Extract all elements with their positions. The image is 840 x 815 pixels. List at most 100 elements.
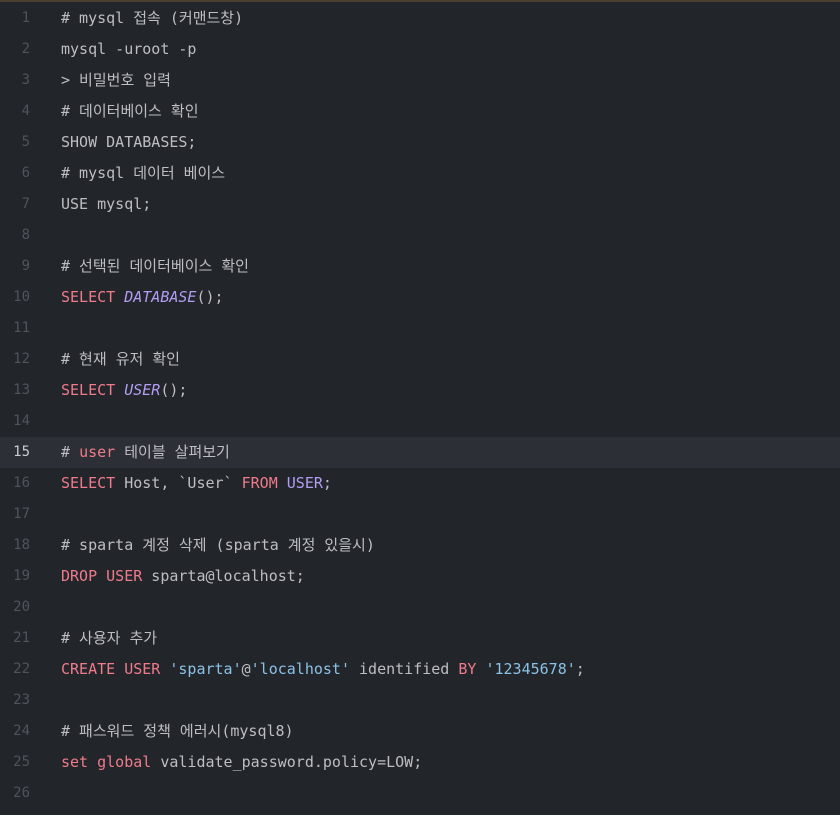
- code-line[interactable]: 14: [0, 406, 840, 437]
- line-code: # mysql 데이터 베이스: [61, 158, 225, 189]
- line-code: SELECT Host, `User` FROM USER;: [61, 468, 332, 499]
- code-line[interactable]: 1 # mysql 접속 (커맨드창): [0, 3, 840, 34]
- code-line[interactable]: 21 # 사용자 추가: [0, 623, 840, 654]
- code-line[interactable]: 22 CREATE USER 'sparta'@'localhost' ident…: [0, 654, 840, 685]
- line-number: 24: [13, 723, 30, 739]
- line-code: > 비밀번호 입력: [61, 65, 171, 96]
- line-number: 13: [13, 382, 30, 398]
- line-code: # 데이터베이스 확인: [61, 96, 199, 127]
- line-code: # 현재 유저 확인: [61, 344, 180, 375]
- code-token-keyword: SELECT: [61, 381, 116, 399]
- code-token-func: USER: [124, 381, 161, 399]
- code-token-comment: # mysql 접속 (커맨드창): [61, 9, 244, 27]
- code-token-plain: ();: [196, 288, 224, 306]
- code-token-plain: > 비밀번호 입력: [61, 71, 171, 89]
- code-token-comment: # 선택된 데이터베이스 확인: [61, 257, 249, 275]
- line-number: 21: [13, 630, 30, 646]
- code-token-plain: Host, `User`: [115, 474, 242, 492]
- line-number: 20: [13, 599, 30, 615]
- code-token-plain: @: [241, 660, 251, 678]
- line-number: 2: [21, 41, 30, 57]
- code-line[interactable]: 20: [0, 592, 840, 623]
- code-token-comment: # 사용자 추가: [61, 629, 158, 647]
- code-token-keyword: USER: [124, 660, 161, 678]
- line-number: 6: [21, 165, 30, 181]
- code-line[interactable]: 10 SELECT DATABASE();: [0, 282, 840, 313]
- line-code: SELECT USER();: [61, 375, 187, 406]
- code-token-plain: USE mysql;: [61, 195, 152, 213]
- code-token-keyword: set: [61, 753, 89, 771]
- line-number: 8: [21, 227, 30, 243]
- line-code: DROP USER sparta@localhost;: [61, 561, 305, 592]
- line-number: 18: [13, 537, 30, 553]
- code-line[interactable]: 16 SELECT Host, `User` FROM USER;: [0, 468, 840, 499]
- line-code: USE mysql;: [61, 189, 151, 220]
- code-token-comment: # 데이터베이스 확인: [61, 102, 199, 120]
- code-token-plain: mysql -uroot -p: [61, 40, 197, 58]
- code-line[interactable]: 11: [0, 313, 840, 344]
- code-editor[interactable]: 1 # mysql 접속 (커맨드창) 2 mysql -uroot -p 3 > 비밀번…: [0, 3, 840, 809]
- code-token-keyword: user: [79, 443, 116, 461]
- code-token-keyword: SELECT: [61, 474, 116, 492]
- code-token-string: 'sparta': [169, 660, 242, 678]
- line-number: 19: [13, 568, 30, 584]
- line-number: 7: [21, 196, 30, 212]
- code-token-plain: ;: [322, 474, 332, 492]
- line-code: # sparta 계정 삭제 (sparta 계정 있을시): [61, 530, 375, 561]
- code-line[interactable]: 13 SELECT USER();: [0, 375, 840, 406]
- line-code: # user 테이블 살펴보기: [61, 437, 230, 468]
- code-line[interactable]: 8: [0, 220, 840, 251]
- code-line[interactable]: 19 DROP USER sparta@localhost;: [0, 561, 840, 592]
- line-code: CREATE USER 'sparta'@'localhost' identif…: [61, 654, 585, 685]
- code-token-keyword: CREATE: [61, 660, 116, 678]
- editor-top-border: [0, 0, 840, 2]
- line-code: set global validate_password.policy=LOW;: [61, 747, 422, 778]
- code-line[interactable]: 9 # 선택된 데이터베이스 확인: [0, 251, 840, 282]
- line-code: SELECT DATABASE();: [61, 282, 224, 313]
- code-token-string: 'localhost': [250, 660, 350, 678]
- code-token-comment: # 현재 유저 확인: [61, 350, 180, 368]
- line-number: 12: [13, 351, 30, 367]
- code-line[interactable]: 6 # mysql 데이터 베이스: [0, 158, 840, 189]
- code-line[interactable]: 7 USE mysql;: [0, 189, 840, 220]
- code-token-plain: identified: [350, 660, 459, 678]
- code-token-plain: validate_password.policy=LOW;: [151, 753, 423, 771]
- line-number: 23: [13, 692, 30, 708]
- line-number: 16: [13, 475, 30, 491]
- line-number: 26: [13, 785, 30, 801]
- code-token-comment: # mysql 데이터 베이스: [61, 164, 226, 182]
- code-line[interactable]: 2 mysql -uroot -p: [0, 34, 840, 65]
- code-line[interactable]: 18 # sparta 계정 삭제 (sparta 계정 있을시): [0, 530, 840, 561]
- code-line[interactable]: 26: [0, 778, 840, 809]
- code-token-func: DATABASE: [124, 288, 197, 306]
- code-line[interactable]: 5 SHOW DATABASES;: [0, 127, 840, 158]
- line-code: # mysql 접속 (커맨드창): [61, 3, 243, 34]
- line-code: SHOW DATABASES;: [61, 127, 196, 158]
- code-line[interactable]: 15 # user 테이블 살펴보기: [0, 437, 840, 468]
- code-line[interactable]: 24 # 패스워드 정책 에러시(mysql8): [0, 716, 840, 747]
- code-token-keyword: SELECT: [61, 288, 116, 306]
- code-line[interactable]: 23: [0, 685, 840, 716]
- code-token-comment: 테이블 살펴보기: [115, 443, 230, 461]
- line-number: 1: [21, 10, 30, 26]
- code-token-plain: ();: [160, 381, 188, 399]
- line-number: 4: [21, 103, 30, 119]
- code-token-string: '12345678': [485, 660, 576, 678]
- line-code: # 사용자 추가: [61, 623, 157, 654]
- code-token-ident: USER: [286, 474, 323, 492]
- code-token-keyword: FROM: [241, 474, 278, 492]
- code-token-plain: sparta@localhost;: [142, 567, 305, 585]
- code-line[interactable]: 4 # 데이터베이스 확인: [0, 96, 840, 127]
- code-line[interactable]: 25 set global validate_password.policy=LO…: [0, 747, 840, 778]
- code-line[interactable]: 17: [0, 499, 840, 530]
- code-line[interactable]: 12 # 현재 유저 확인: [0, 344, 840, 375]
- code-token-comment: # 패스워드 정책 에러시(mysql8): [61, 722, 294, 740]
- line-number: 14: [13, 413, 30, 429]
- code-token-keyword: global: [97, 753, 152, 771]
- code-token-plain: SHOW DATABASES;: [61, 133, 197, 151]
- code-line[interactable]: 3 > 비밀번호 입력: [0, 65, 840, 96]
